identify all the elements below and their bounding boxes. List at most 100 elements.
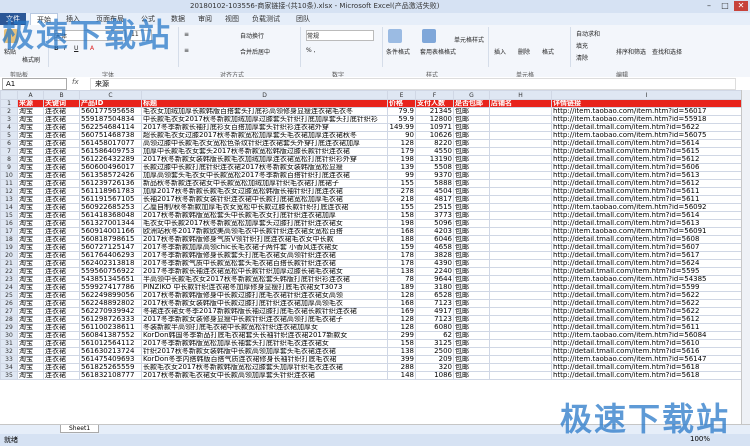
table-cell[interactable]: 2017秋冬新款韩版宽松套头中长款毛衣女打底针织连衣裙加厚 <box>141 211 388 220</box>
tab-load-test[interactable]: 负载测试 <box>246 13 286 25</box>
table-cell[interactable]: 淘宝 <box>17 147 44 156</box>
table-cell[interactable]: 连衣裙 <box>43 123 80 132</box>
table-cell[interactable]: 淘宝 <box>17 123 44 132</box>
table-cell[interactable]: 4817 <box>415 195 454 204</box>
table-cell[interactable]: 4203 <box>415 227 454 236</box>
table-cell[interactable]: 168 <box>387 299 416 308</box>
insert-button[interactable]: 插入 <box>494 47 506 56</box>
table-cell[interactable]: 连衣裙 <box>43 323 80 332</box>
table-cell[interactable]: 561226432289 <box>79 155 142 164</box>
table-cell[interactable]: 6046 <box>415 235 454 244</box>
table-cell[interactable]: 562254684114 <box>79 123 142 132</box>
table-cell[interactable]: 299 <box>387 331 416 340</box>
table-cell[interactable]: 包邮 <box>453 219 490 228</box>
table-cell[interactable] <box>489 331 552 340</box>
table-cell[interactable]: http://detail.tmall.com/item.htm?id=5614 <box>551 211 742 220</box>
table-cell[interactable]: http://detail.tmall.com/item.htm?id=5622 <box>551 299 742 308</box>
number-format-select[interactable]: 常规 <box>306 30 374 41</box>
table-cell[interactable]: 冬装新款半高领打底毛衣裙中长款宽松针织连衣裙加厚女 <box>141 323 388 332</box>
align-left-icon[interactable]: ≡ <box>184 47 189 54</box>
table-cell[interactable]: 561586409753 <box>79 147 142 156</box>
table-cell[interactable] <box>489 267 552 276</box>
header-cell[interactable]: 是否包邮 <box>453 99 490 108</box>
table-cell[interactable]: 399 <box>387 355 416 364</box>
table-cell[interactable]: 淘宝 <box>17 323 44 332</box>
row-header[interactable]: 1 <box>0 99 18 108</box>
table-cell[interactable]: 560922685253 <box>79 203 142 212</box>
header-cell[interactable]: 详情链接 <box>551 99 742 108</box>
table-cell[interactable] <box>489 211 552 220</box>
table-cell[interactable]: 21345 <box>415 107 454 116</box>
delete-button[interactable]: 删除 <box>518 47 530 56</box>
table-cell[interactable]: http://detail.tmall.com/item.htm?id=5599 <box>551 283 742 292</box>
table-cell[interactable]: 155 <box>387 179 416 188</box>
table-cell[interactable]: 79.9 <box>387 107 416 116</box>
table-cell[interactable]: 1086 <box>415 371 454 380</box>
table-cell[interactable]: 包邮 <box>453 251 490 260</box>
column-header[interactable]: A <box>17 90 44 100</box>
table-cell[interactable]: 连衣裙 <box>43 155 80 164</box>
table-cell[interactable]: 连衣裙 <box>43 235 80 244</box>
spreadsheet-grid[interactable]: A B C D E F G H I 1 来源 关键词 产品ID 标题 价格 支付… <box>0 90 742 424</box>
table-cell[interactable]: 连衣裙 <box>43 131 80 140</box>
table-cell[interactable]: 淘宝 <box>17 227 44 236</box>
table-cell[interactable]: 278 <box>387 187 416 196</box>
table-cell[interactable] <box>489 171 552 180</box>
table-cell[interactable]: 淘宝 <box>17 131 44 140</box>
table-cell[interactable] <box>489 251 552 260</box>
percent-icon[interactable]: % , <box>306 47 316 54</box>
table-cell[interactable]: 4550 <box>415 147 454 156</box>
table-cell[interactable]: 连衣裙 <box>43 139 80 148</box>
table-cell[interactable]: 包邮 <box>453 355 490 364</box>
table-cell[interactable]: 561630213724 <box>79 347 142 356</box>
table-cell[interactable]: http://detail.tmall.com/item.htm?id=5611 <box>551 323 742 332</box>
table-cell[interactable]: 淘宝 <box>17 171 44 180</box>
table-cell[interactable]: 561100238611 <box>79 323 142 332</box>
table-cell[interactable]: 128 <box>387 323 416 332</box>
table-cell[interactable]: 包邮 <box>453 211 490 220</box>
table-cell[interactable]: http://detail.tmall.com/item.htm?id=5606 <box>551 163 742 172</box>
row-header[interactable]: 18 <box>0 235 18 244</box>
table-cell[interactable]: 连衣裙 <box>43 315 80 324</box>
format-painter-button[interactable]: 格式刷 <box>22 55 40 64</box>
row-header[interactable]: 21 <box>0 259 18 268</box>
header-cell[interactable]: 支付人数 <box>415 99 454 108</box>
table-cell[interactable]: 长款毛衣女2017秋冬新款韩版宽松过膝套头加厚针织毛衣连衣裙 <box>141 363 388 372</box>
table-cell[interactable]: 561191567105 <box>79 195 142 204</box>
row-header[interactable]: 24 <box>0 283 18 292</box>
wrap-text-button[interactable]: 自动换行 <box>240 31 264 40</box>
table-cell[interactable]: 连衣裙 <box>43 259 80 268</box>
column-header[interactable]: E <box>387 90 416 100</box>
table-cell[interactable]: 包邮 <box>453 371 490 380</box>
table-cell[interactable]: http://item.taobao.com/item.htm?id=56091 <box>551 227 742 236</box>
table-format-button[interactable]: 套用表格格式 <box>420 47 456 56</box>
table-cell[interactable]: 562249899056 <box>79 291 142 300</box>
format-button[interactable]: 格式 <box>542 47 554 56</box>
table-cell[interactable]: 淘宝 <box>17 115 44 124</box>
table-cell[interactable]: 淘宝 <box>17 179 44 188</box>
header-cell[interactable]: 价格 <box>387 99 416 108</box>
row-header[interactable]: 3 <box>0 115 18 124</box>
table-cell[interactable]: 99 <box>387 171 416 180</box>
table-cell[interactable]: 淘宝 <box>17 307 44 316</box>
table-cell[interactable]: 连衣裙 <box>43 339 80 348</box>
table-cell[interactable]: 4504 <box>415 187 454 196</box>
table-cell[interactable]: 138 <box>387 267 416 276</box>
table-cell[interactable]: 淘宝 <box>17 203 44 212</box>
table-cell[interactable]: 148 <box>387 371 416 380</box>
table-cell[interactable]: 连衣裙 <box>43 331 80 340</box>
table-cell[interactable]: 淘宝 <box>17 291 44 300</box>
table-cell[interactable]: 5096 <box>415 219 454 228</box>
table-cell[interactable] <box>489 163 552 172</box>
table-cell[interactable]: 超长款毛衣女过膝2017秋冬新款宽松加厚套头毛衣裙加厚连衣裙秋冬 <box>141 131 388 140</box>
table-cell[interactable]: 连衣裙 <box>43 163 80 172</box>
table-cell[interactable]: 高领过膝中长款毛衣女宽松色条纹针织连衣裙套头外穿打底连衣裙加厚 <box>141 139 388 148</box>
table-cell[interactable]: 连衣裙 <box>43 115 80 124</box>
table-cell[interactable]: http://detail.tmall.com/item.htm?id=5613 <box>551 171 742 180</box>
table-cell[interactable] <box>489 227 552 236</box>
table-cell[interactable]: 2515 <box>415 203 454 212</box>
table-cell[interactable]: 淘宝 <box>17 283 44 292</box>
column-header[interactable]: B <box>43 90 80 100</box>
row-header[interactable]: 4 <box>0 123 18 132</box>
table-cell[interactable]: 连衣裙 <box>43 283 80 292</box>
